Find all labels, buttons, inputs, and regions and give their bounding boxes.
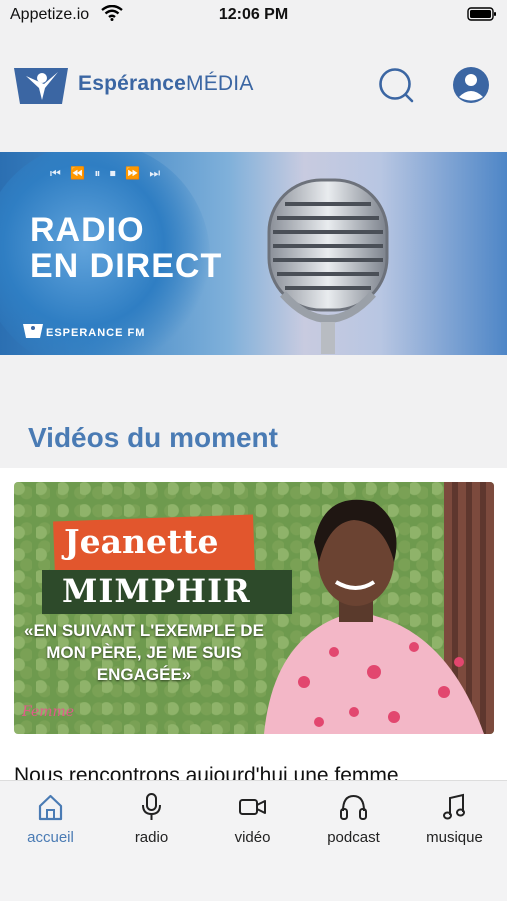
tab-label: vidéo [234,829,271,846]
tab-label: accueil [27,829,74,846]
app-header: EspéranceMÉDIA [0,52,507,120]
thumbnail-quote: «EN SUIVANT L'EXEMPLE DE MON PÈRE, JE ME… [24,621,264,684]
banner-title-line2: EN DIRECT [30,247,223,285]
player-controls-graphic: ⏮ ⏪ ⏸ ⏹ ⏩ ⏭ [50,166,164,180]
search-icon [379,68,414,103]
banner-title-line1: RADIO [30,211,145,249]
home-icon [0,793,101,821]
video-thumbnail[interactable]: Jeanette MIMPHIR «EN SUIVANT L'EXEMPLE D… [14,482,494,734]
user-icon [453,67,489,103]
headphones-icon [303,793,404,821]
section-title: Vidéos du moment [28,422,278,453]
tab-label: podcast [327,829,380,846]
clock: 12:06 PM [218,6,289,23]
thumbnail-signature: Femme [22,704,75,720]
video-camera-icon [202,793,303,821]
esperance-logo[interactable] [12,64,70,111]
brand-secondary: MÉDIA [186,72,254,95]
tab-video[interactable]: vidéo [202,781,303,861]
account-button[interactable] [452,66,490,109]
tab-musique[interactable]: musique [404,781,505,861]
thumbnail-first-name: Jeanette [64,522,219,561]
tab-podcast[interactable]: podcast [303,781,404,861]
station-logo-icon [22,323,44,344]
bottom-tab-bar: accueil radio vidéo podcast musique [0,780,507,901]
station-name: ESPERANCE FM [46,327,146,339]
music-note-icon [404,793,505,821]
battery-icon [467,6,497,27]
status-bar: Appetize.io 12:06 PM [0,0,507,30]
tab-label: musique [426,829,483,846]
microphone-icon [101,793,202,821]
search-button[interactable] [377,66,415,109]
radio-live-banner[interactable]: ⏮ ⏪ ⏸ ⏹ ⏩ ⏭ RADIO EN DIRECT ESPERANCE FM [0,152,507,355]
tab-accueil[interactable]: accueil [0,781,101,861]
tab-radio[interactable]: radio [101,781,202,861]
brand-name: EspéranceMÉDIA [78,72,254,96]
video-card[interactable]: Jeanette MIMPHIR «EN SUIVANT L'EXEMPLE D… [0,468,507,798]
tab-label: radio [134,829,169,846]
microphone-illustration [255,174,405,355]
brand-primary: Espérance [78,72,187,95]
thumbnail-last-name: MIMPHIR [62,572,251,610]
